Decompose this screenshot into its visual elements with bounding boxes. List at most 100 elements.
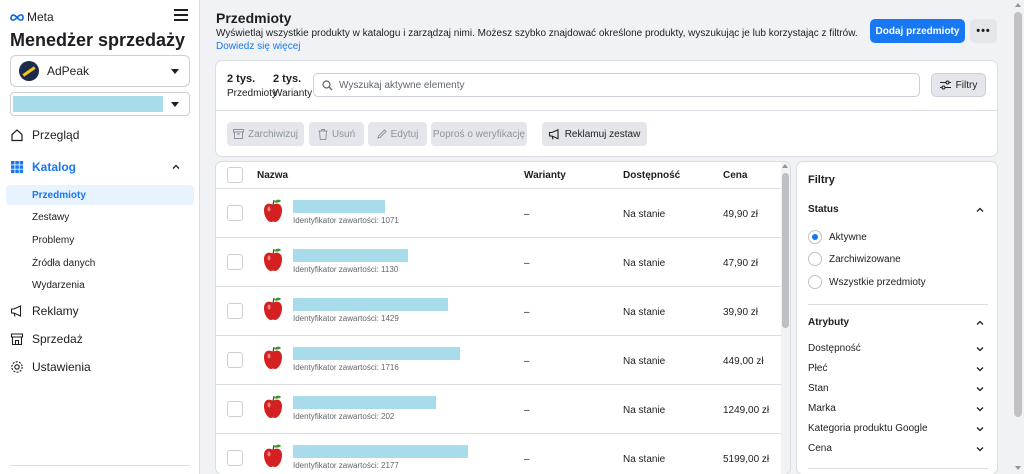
account-selector[interactable]: AdPeak [10, 55, 190, 87]
attribute-condition[interactable]: Stan [808, 383, 829, 394]
row-checkbox[interactable] [227, 205, 243, 221]
nav-sales-label: Sprzedaż [32, 332, 83, 346]
product-thumbnail-apple-icon [264, 346, 282, 369]
status-radio-all[interactable] [808, 275, 822, 289]
caret-down-icon [171, 69, 179, 74]
chevron-up-icon[interactable] [976, 319, 984, 327]
row-checkbox[interactable] [227, 254, 243, 270]
attribute-gender[interactable]: Płeć [808, 363, 827, 374]
redacted-product-name [293, 298, 448, 311]
product-thumbnail-apple-icon [264, 297, 282, 320]
row-checkbox[interactable] [227, 401, 243, 417]
table-row[interactable]: Identyfikator zawartości: 2177 – Na stan… [216, 434, 790, 474]
attributes-section-title[interactable]: Atrybuty [808, 317, 849, 328]
table-scrollbar-thumb[interactable] [782, 173, 789, 328]
scroll-up-arrow-icon[interactable] [1015, 3, 1021, 7]
page-scrollbar-thumb[interactable] [1014, 12, 1022, 417]
attribute-price[interactable]: Cena [808, 443, 832, 454]
archive-icon [232, 129, 244, 139]
delete-button-label: Usuń [331, 128, 356, 140]
nav-ads[interactable]: Reklamy [10, 304, 79, 318]
table-row[interactable]: Identyfikator zawartości: 1130 – Na stan… [216, 238, 790, 287]
availability-cell: Na stanie [623, 307, 666, 318]
column-variants[interactable]: Warianty [524, 170, 566, 181]
column-availability[interactable]: Dostępność [623, 170, 680, 181]
status-radio-archived[interactable] [808, 252, 822, 266]
account-avatar [19, 61, 39, 81]
content-id: Identyfikator zawartości: 1071 [293, 216, 399, 225]
nav-sets[interactable]: Zestawy [32, 212, 69, 223]
chevron-down-icon[interactable] [976, 445, 984, 453]
attribute-availability[interactable]: Dostępność [808, 343, 861, 354]
table-row[interactable]: Identyfikator zawartości: 1716 – Na stan… [216, 336, 790, 385]
select-all-checkbox[interactable] [227, 167, 243, 183]
request-review-button[interactable]: Poproś o weryfikację [431, 122, 527, 146]
filters-panel: Filtry Status Aktywne Zarchiwizowane Wsz… [797, 162, 997, 474]
items-table: Nazwa Warianty Dostępność Cena Identyfik… [216, 162, 790, 474]
row-checkbox[interactable] [227, 352, 243, 368]
trash-icon [318, 128, 328, 140]
nav-items[interactable]: Przedmioty [32, 190, 86, 201]
variants-cell: – [524, 405, 530, 416]
status-radio-active[interactable] [808, 230, 822, 244]
edit-button-label: Edytuj [390, 128, 419, 140]
search-input[interactable] [339, 79, 899, 91]
status-active-label[interactable]: Aktywne [829, 232, 867, 243]
search-box[interactable] [313, 73, 920, 97]
megaphone-icon [548, 128, 559, 140]
status-section-title[interactable]: Status [808, 204, 839, 215]
nav-events[interactable]: Wydarzenia [32, 280, 85, 291]
archive-button[interactable]: Zarchiwizuj [227, 122, 304, 146]
nav-settings[interactable]: Ustawienia [10, 360, 91, 374]
table-row[interactable]: Identyfikator zawartości: 1071 – Na stan… [216, 189, 790, 238]
table-row[interactable]: Identyfikator zawartości: 1429 – Na stan… [216, 287, 790, 336]
chevron-down-icon[interactable] [976, 405, 984, 413]
column-name[interactable]: Nazwa [257, 170, 288, 181]
nav-data-sources[interactable]: Źródła danych [32, 258, 95, 269]
sidebar: Meta Menedżer sprzedaży AdPeak Przegląd … [0, 0, 200, 474]
catalog-selector[interactable] [10, 92, 190, 116]
content-id: Identyfikator zawartości: 202 [293, 412, 395, 421]
scroll-down-arrow-icon[interactable] [1015, 466, 1021, 470]
delete-button[interactable]: Usuń [309, 122, 364, 146]
table-scrollbar[interactable] [781, 162, 790, 474]
variants-count: 2 tys. Warianty [273, 73, 312, 99]
advertise-set-button[interactable]: Reklamuj zestaw [542, 122, 647, 146]
attribute-brand[interactable]: Marka [808, 403, 836, 414]
column-price[interactable]: Cena [723, 170, 747, 181]
page-description: Wyświetlaj wszystkie produkty w katalogu… [216, 27, 861, 53]
meta-logo[interactable]: Meta [10, 10, 54, 24]
menu-icon[interactable] [174, 9, 188, 21]
chevron-down-icon[interactable] [976, 345, 984, 353]
row-checkbox[interactable] [227, 450, 243, 466]
chevron-up-icon[interactable] [976, 206, 984, 214]
edit-button[interactable]: Edytuj [368, 122, 427, 146]
chevron-down-icon[interactable] [976, 365, 984, 373]
filters-divider [808, 304, 988, 305]
learn-more-link[interactable]: Dowiedz się więcej [216, 41, 300, 52]
table-row[interactable]: Identyfikator zawartości: 202 – Na stani… [216, 385, 790, 434]
redacted-product-name [293, 347, 460, 360]
price-cell: 49,90 zł [723, 209, 759, 220]
scroll-up-arrow-icon[interactable] [782, 164, 788, 168]
nav-sales[interactable]: Sprzedaż [10, 332, 83, 346]
nav-problems[interactable]: Problemy [32, 235, 74, 246]
nav-ads-label: Reklamy [32, 304, 79, 318]
nav-catalog[interactable]: Katalog [10, 160, 76, 174]
chevron-down-icon[interactable] [976, 385, 984, 393]
status-archived-label[interactable]: Zarchiwizowane [829, 254, 901, 265]
filters-button-label: Filtry [955, 79, 978, 91]
row-checkbox[interactable] [227, 303, 243, 319]
more-options-button[interactable]: ••• [970, 19, 997, 43]
sidebar-divider [10, 465, 190, 466]
redacted-catalog-name [13, 96, 163, 112]
chevron-up-icon[interactable] [172, 163, 180, 171]
items-count: 2 tys. Przedmioty [227, 73, 277, 99]
status-all-label[interactable]: Wszystkie przedmioty [829, 277, 926, 288]
filters-button[interactable]: Filtry [931, 73, 986, 97]
nav-overview[interactable]: Przegląd [10, 128, 79, 142]
add-items-button[interactable]: Dodaj przedmioty [870, 19, 965, 43]
page-scrollbar[interactable] [1012, 0, 1024, 474]
attribute-google-category[interactable]: Kategoria produktu Google [808, 423, 928, 434]
chevron-down-icon[interactable] [976, 425, 984, 433]
